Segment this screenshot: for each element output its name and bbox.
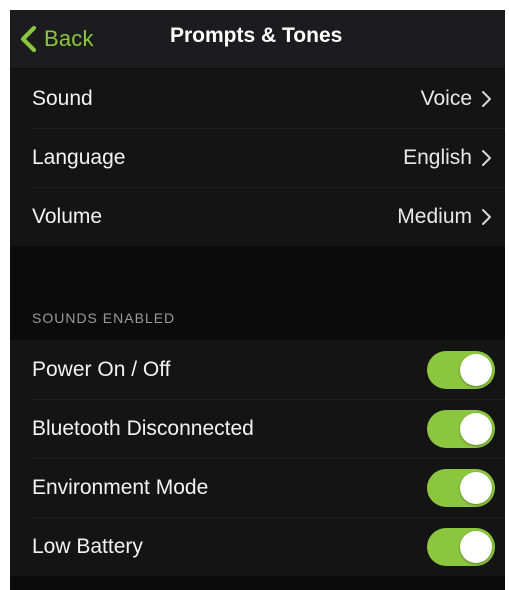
bluetooth-disconnected-row: Bluetooth Disconnected [10, 399, 505, 458]
toggle-knob [460, 412, 492, 445]
environment-mode-toggle[interactable] [427, 468, 495, 507]
language-label: Language [32, 145, 126, 169]
sound-label: Sound [32, 86, 93, 110]
power-on-off-label: Power On / Off [32, 357, 171, 381]
volume-label: Volume [32, 204, 103, 228]
settings-list: Sound Voice Language English Volume Medi… [10, 69, 505, 246]
sound-value: Voice [420, 86, 472, 110]
sounds-enabled-header: SOUNDS ENABLED [32, 310, 176, 326]
sound-value-group: Voice [421, 87, 493, 111]
environment-mode-label: Environment Mode [32, 475, 209, 499]
environment-mode-row: Environment Mode [10, 458, 505, 517]
power-on-off-toggle[interactable] [427, 350, 495, 389]
sound-setting-row[interactable]: Sound Voice [10, 69, 505, 128]
sounds-enabled-list: Power On / Off Bluetooth Disconnected En… [10, 340, 505, 576]
volume-value-group: Medium [397, 205, 493, 229]
low-battery-row: Low Battery [10, 517, 505, 576]
language-value-group: English [403, 146, 493, 170]
bluetooth-disconnected-label: Bluetooth Disconnected [32, 416, 254, 440]
chevron-right-icon [482, 208, 491, 225]
volume-value: Medium [397, 204, 472, 228]
chevron-right-icon [482, 90, 491, 107]
bluetooth-disconnected-toggle[interactable] [427, 409, 495, 448]
toggle-knob [460, 530, 492, 563]
page-title: Prompts & Tones [170, 24, 343, 47]
low-battery-toggle[interactable] [427, 527, 495, 566]
language-value: English [403, 145, 472, 169]
back-button[interactable]: Back [18, 22, 94, 56]
language-setting-row[interactable]: Language English [10, 128, 505, 187]
toggle-knob [460, 471, 492, 504]
low-battery-label: Low Battery [32, 534, 143, 558]
volume-setting-row[interactable]: Volume Medium [10, 187, 505, 246]
toggle-knob [460, 353, 492, 386]
prompts-tones-screen: Back Prompts & Tones Sound Voice Languag… [10, 10, 505, 590]
power-on-off-row: Power On / Off [10, 340, 505, 399]
back-label: Back [44, 26, 94, 51]
chevron-right-icon [482, 149, 491, 166]
chevron-left-icon [20, 25, 37, 53]
navigation-bar: Back Prompts & Tones [10, 10, 505, 68]
